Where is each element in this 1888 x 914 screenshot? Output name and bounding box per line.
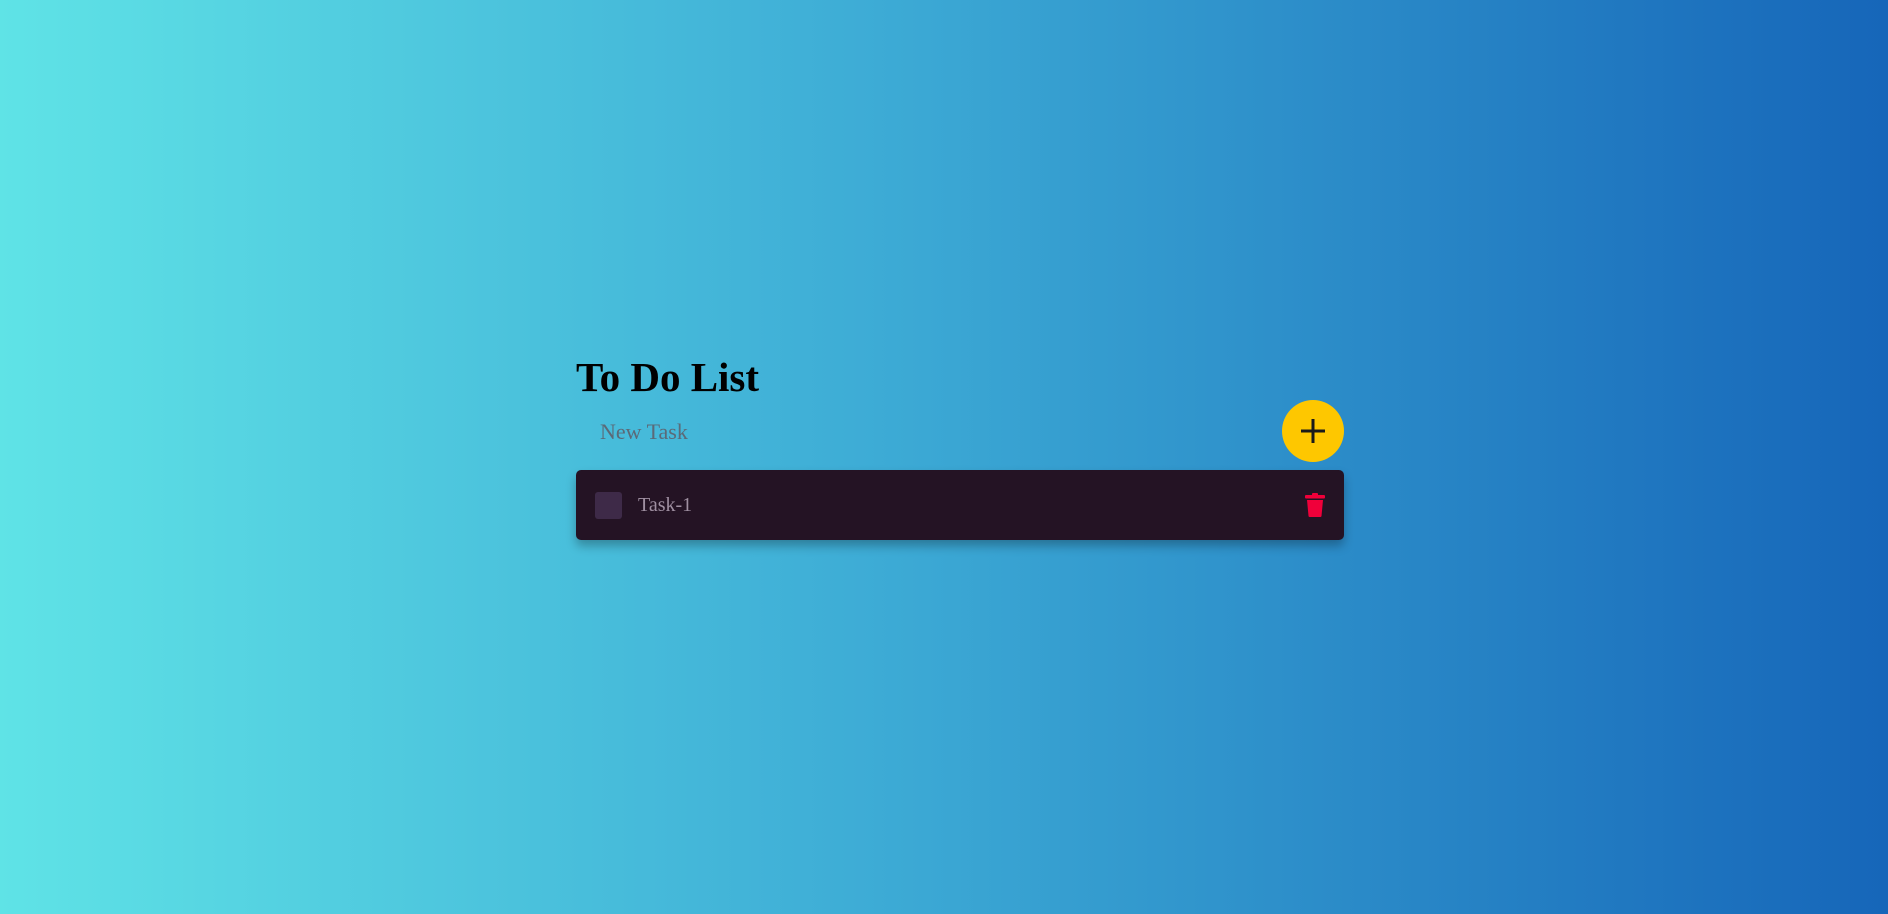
page-title: To Do List	[576, 354, 760, 400]
task-checkbox[interactable]	[595, 492, 622, 519]
plus-icon	[1301, 419, 1325, 443]
task-item: Task-1	[576, 470, 1344, 540]
delete-task-button[interactable]	[1304, 492, 1326, 518]
new-task-row	[576, 400, 1344, 464]
task-label: Task-1	[638, 494, 693, 516]
new-task-input[interactable]	[576, 400, 1276, 464]
todo-app: To Do List Task-1	[576, 350, 1344, 540]
add-task-button[interactable]	[1282, 400, 1344, 462]
trash-icon	[1305, 493, 1325, 517]
task-list: Task-1	[576, 470, 1344, 540]
